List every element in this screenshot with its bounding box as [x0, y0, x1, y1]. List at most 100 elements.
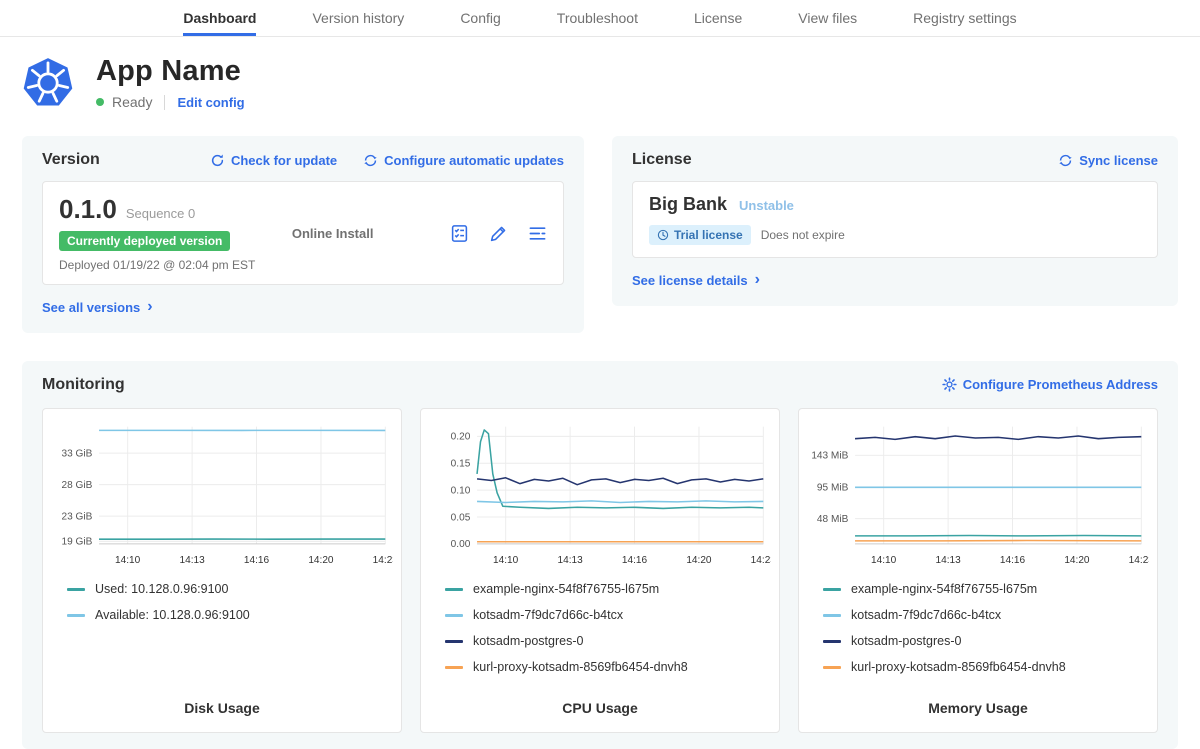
app-status: Ready — [112, 94, 152, 110]
see-all-versions-link[interactable]: See all versions › — [42, 299, 153, 315]
configure-automatic-updates-label: Configure automatic updates — [384, 153, 564, 168]
svg-text:14:23: 14:23 — [751, 555, 771, 566]
deployed-version-badge: Currently deployed version — [59, 231, 230, 251]
svg-text:14:23: 14:23 — [373, 555, 393, 566]
top-navigation: Dashboard Version history Config Trouble… — [0, 0, 1200, 37]
legend-item[interactable]: kurl-proxy-kotsadm-8569fb6454-dnvh8 — [823, 660, 1149, 674]
memory-usage-card: 143 MiB95 MiB48 MiB14:1014:1314:1614:201… — [798, 408, 1158, 734]
check-for-update-label: Check for update — [231, 153, 337, 168]
legend-item[interactable]: kotsadm-postgres-0 — [823, 634, 1149, 648]
legend-label: example-nginx-54f8f76755-l675m — [851, 582, 1037, 596]
gear-icon — [942, 377, 957, 392]
sync-license-label: Sync license — [1079, 153, 1158, 168]
cpu-usage-title: CPU Usage — [429, 690, 771, 722]
legend-item[interactable]: kurl-proxy-kotsadm-8569fb6454-dnvh8 — [445, 660, 771, 674]
legend-item[interactable]: Used: 10.128.0.96:9100 — [67, 582, 393, 596]
tab-registry-settings[interactable]: Registry settings — [913, 0, 1016, 36]
check-for-update-link[interactable]: Check for update — [210, 153, 337, 168]
legend-label: kurl-proxy-kotsadm-8569fb6454-dnvh8 — [851, 660, 1066, 674]
refresh-icon — [210, 153, 225, 168]
license-panel: License Sync license Big Bank Unstable T… — [612, 136, 1178, 306]
legend-swatch — [823, 614, 841, 617]
configure-prometheus-label: Configure Prometheus Address — [963, 377, 1158, 392]
svg-text:0.20: 0.20 — [451, 431, 471, 442]
legend-swatch — [445, 640, 463, 643]
legend-item[interactable]: example-nginx-54f8f76755-l675m — [823, 582, 1149, 596]
chevron-right-icon: › — [147, 299, 152, 315]
memory-usage-chart: 143 MiB95 MiB48 MiB14:1014:1314:1614:201… — [807, 419, 1149, 571]
customer-name: Big Bank — [649, 194, 727, 215]
svg-text:33 GiB: 33 GiB — [62, 448, 93, 459]
channel-name: Unstable — [739, 198, 794, 213]
svg-text:0.15: 0.15 — [451, 458, 471, 469]
configure-automatic-updates-link[interactable]: Configure automatic updates — [363, 153, 564, 168]
legend-swatch — [823, 666, 841, 669]
tab-dashboard[interactable]: Dashboard — [183, 0, 256, 36]
tab-config[interactable]: Config — [460, 0, 500, 36]
svg-text:19 GiB: 19 GiB — [62, 536, 93, 547]
svg-text:14:20: 14:20 — [308, 555, 334, 566]
edit-pencil-icon — [489, 224, 508, 243]
version-panel-title: Version — [42, 151, 100, 169]
cpu-usage-legend: example-nginx-54f8f76755-l675m kotsadm-7f… — [445, 582, 771, 686]
release-notes-button[interactable] — [450, 224, 469, 243]
app-header: App Name Ready Edit config — [22, 55, 1178, 110]
tab-version-history[interactable]: Version history — [312, 0, 404, 36]
current-version-card: 0.1.0 Sequence 0 Currently deployed vers… — [42, 181, 564, 285]
legend-swatch — [823, 588, 841, 591]
svg-text:14:23: 14:23 — [1129, 555, 1149, 566]
svg-text:14:10: 14:10 — [493, 555, 519, 566]
disk-usage-chart: 33 GiB28 GiB23 GiB19 GiB14:1014:1314:161… — [51, 419, 393, 571]
svg-text:14:16: 14:16 — [244, 555, 270, 566]
legend-item[interactable]: Available: 10.128.0.96:9100 — [67, 608, 393, 622]
monitoring-panel-title: Monitoring — [42, 376, 125, 394]
sync-license-link[interactable]: Sync license — [1058, 153, 1158, 168]
legend-item[interactable]: kotsadm-postgres-0 — [445, 634, 771, 648]
trial-license-label: Trial license — [674, 228, 743, 242]
legend-label: example-nginx-54f8f76755-l675m — [473, 582, 659, 596]
legend-label: kurl-proxy-kotsadm-8569fb6454-dnvh8 — [473, 660, 688, 674]
kubernetes-logo-icon — [22, 57, 74, 109]
edit-yaml-button[interactable] — [489, 224, 508, 243]
legend-swatch — [823, 640, 841, 643]
dashboard-main: App Name Ready Edit config Version Check… — [0, 55, 1200, 749]
app-title: App Name — [96, 55, 245, 88]
memory-usage-legend: example-nginx-54f8f76755-l675m kotsadm-7f… — [823, 582, 1149, 686]
version-panel: Version Check for update Configure autom… — [22, 136, 584, 333]
expiration-text: Does not expire — [761, 228, 845, 242]
disk-usage-card: 33 GiB28 GiB23 GiB19 GiB14:1014:1314:161… — [42, 408, 402, 734]
sync-icon — [1058, 153, 1073, 168]
svg-text:14:16: 14:16 — [622, 555, 648, 566]
svg-text:14:20: 14:20 — [1064, 555, 1090, 566]
tab-troubleshoot[interactable]: Troubleshoot — [557, 0, 638, 36]
sequence-label: Sequence 0 — [126, 206, 195, 221]
legend-swatch — [67, 614, 85, 617]
legend-label: Available: 10.128.0.96:9100 — [95, 608, 250, 622]
chevron-right-icon: › — [755, 272, 760, 288]
tab-license[interactable]: License — [694, 0, 742, 36]
view-diff-button[interactable] — [528, 224, 547, 243]
legend-label: kotsadm-postgres-0 — [851, 634, 961, 648]
edit-config-label: Edit config — [177, 95, 244, 110]
tab-view-files[interactable]: View files — [798, 0, 857, 36]
edit-config-link[interactable]: Edit config — [177, 95, 244, 110]
divider — [164, 95, 165, 110]
legend-item[interactable]: kotsadm-7f9dc7d66c-b4tcx — [445, 608, 771, 622]
monitoring-panel: Monitoring Configure Prometheus Address … — [22, 361, 1178, 749]
legend-swatch — [445, 666, 463, 669]
see-license-details-label: See license details — [632, 273, 748, 288]
legend-label: kotsadm-7f9dc7d66c-b4tcx — [473, 608, 623, 622]
legend-item[interactable]: kotsadm-7f9dc7d66c-b4tcx — [823, 608, 1149, 622]
legend-label: Used: 10.128.0.96:9100 — [95, 582, 228, 596]
svg-text:0.00: 0.00 — [451, 539, 471, 550]
release-notes-icon — [450, 224, 469, 243]
deployed-timestamp: Deployed 01/19/22 @ 02:04 pm EST — [59, 258, 255, 272]
svg-text:95 MiB: 95 MiB — [817, 482, 849, 493]
svg-text:14:10: 14:10 — [871, 555, 897, 566]
cpu-usage-card: 0.200.150.100.050.0014:1014:1314:1614:20… — [420, 408, 780, 734]
svg-text:14:16: 14:16 — [1000, 555, 1026, 566]
legend-item[interactable]: example-nginx-54f8f76755-l675m — [445, 582, 771, 596]
configure-prometheus-link[interactable]: Configure Prometheus Address — [942, 377, 1158, 392]
legend-swatch — [445, 614, 463, 617]
see-license-details-link[interactable]: See license details › — [632, 272, 760, 288]
